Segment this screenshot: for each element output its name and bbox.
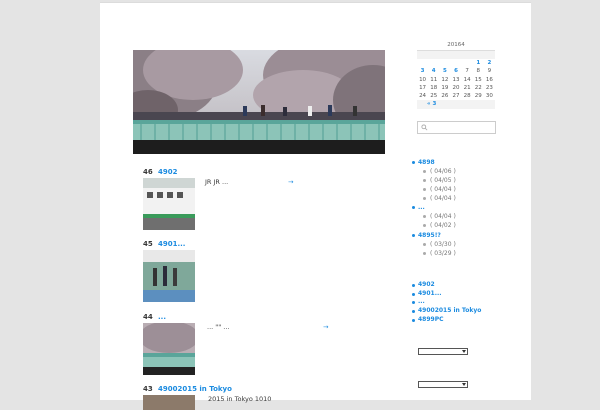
calendar-day: 28 — [463, 93, 471, 100]
category-link[interactable]: 4898 — [412, 158, 522, 167]
recent-post-link[interactable]: 4902 — [412, 281, 522, 290]
calendar-weekday-row — [417, 51, 495, 59]
category-dropdown[interactable] — [418, 381, 468, 388]
category-list: 4898( 04/06 )( 04/05 )( 04/04 )( 04/04 )… — [412, 158, 522, 258]
calendar-day: 21 — [463, 85, 471, 92]
top-divider — [100, 2, 531, 3]
calendar-day: 26 — [441, 93, 449, 100]
calendar-day: 9 — [487, 68, 492, 75]
calendar-day: 20 — [452, 85, 460, 92]
calendar-grid: 1 2 3 4 5 6 7 8 9 10 11 12 13 14 15 16 17 18 19 20 21 22 23 24 2… — [417, 51, 495, 100]
calendar-day: 24 — [419, 93, 427, 100]
post-thumbnail[interactable] — [143, 178, 195, 230]
calendar-day: 14 — [463, 76, 471, 83]
calendar-day: 27 — [452, 93, 460, 100]
recent-post-link[interactable]: 49002015 in Tokyo — [412, 307, 522, 316]
post-number: 45 — [143, 240, 153, 248]
calendar-day: 8 — [476, 68, 481, 75]
calendar-day: 19 — [441, 85, 449, 92]
recent-post-link[interactable]: 4901... — [412, 290, 522, 299]
archive-date-item[interactable]: ( 04/04 ) — [412, 212, 522, 221]
calendar-day: 23 — [485, 85, 493, 92]
post-number: 44 — [143, 313, 153, 321]
archive-date-item[interactable]: ( 04/06 ) — [412, 167, 522, 176]
archive-date-item[interactable]: ( 04/02 ) — [412, 221, 522, 230]
recent-posts-list: 4902 4901...... 49002015 in Tokyo 4899PC — [412, 281, 522, 325]
header-photo — [133, 50, 385, 154]
category-link[interactable]: ... — [412, 203, 522, 212]
calendar-day[interactable]: 1 — [473, 59, 484, 67]
post-title-link[interactable]: 4902 — [158, 168, 177, 176]
post-title-link[interactable]: ... — [158, 313, 166, 321]
calendar-day: 15 — [474, 76, 482, 83]
calendar-day: 13 — [452, 76, 460, 83]
calendar-day — [428, 59, 439, 67]
post-title-link[interactable]: 4901... — [158, 240, 185, 248]
calendar-day[interactable]: 4 — [428, 67, 439, 75]
calendar-week-row: 17 18 19 20 21 22 23 — [417, 84, 495, 92]
search-input[interactable] — [417, 121, 496, 134]
calendar-caption: 20164 — [417, 40, 495, 51]
search-icon — [421, 124, 428, 131]
calendar-week-row: 24 25 26 27 28 29 30 — [417, 92, 495, 100]
chevron-down-icon — [462, 383, 466, 386]
post-thumbnail[interactable] — [143, 323, 195, 375]
chevron-down-icon — [462, 350, 466, 353]
calendar-day[interactable]: 3 — [417, 67, 428, 75]
calendar-day[interactable]: 5 — [439, 67, 450, 75]
calendar-day — [439, 59, 450, 67]
recent-post-link[interactable]: 4899PC — [412, 316, 522, 325]
post-number: 43 — [143, 385, 153, 393]
post-thumbnail[interactable] — [143, 395, 195, 410]
calendar-prev-link[interactable]: « 3 — [417, 100, 495, 110]
calendar-day: 25 — [430, 93, 438, 100]
calendar-day: 17 — [419, 85, 427, 92]
recent-post-link[interactable]: ... — [412, 298, 522, 307]
calendar-week-row: 12 — [417, 59, 495, 67]
post-excerpt: ... "" ... — [207, 323, 230, 331]
calendar-day: 29 — [474, 93, 482, 100]
archive-date-item[interactable]: ( 04/04 ) — [412, 194, 522, 203]
archive-date-item[interactable]: ( 03/30 ) — [412, 240, 522, 249]
calendar-day: 11 — [430, 76, 438, 83]
post-excerpt: JR JR ... — [205, 178, 229, 186]
read-more-link[interactable]: → — [288, 178, 293, 186]
calendar-day — [462, 59, 473, 67]
calendar-widget: 20164 1 2 3 4 5 6 7 8 9 10 11 12 13 14 15 16 17 18 19 20 21 2… — [417, 40, 495, 110]
post-title-link[interactable]: 49002015 in Tokyo — [158, 385, 232, 393]
page-container: 46 4902 JR JR ... → 45 4901... 44 ... ..… — [100, 2, 531, 410]
post-excerpt: 2015 in Tokyo 1010 — [208, 395, 272, 403]
archive-date-item[interactable]: ( 04/04 ) — [412, 185, 522, 194]
calendar-day: 16 — [485, 76, 493, 83]
calendar-day: 10 — [419, 76, 427, 83]
calendar-day[interactable]: 2 — [484, 59, 495, 67]
calendar-day — [417, 59, 428, 67]
calendar-week-row: 10 11 12 13 14 15 16 — [417, 76, 495, 84]
calendar-day: 12 — [441, 76, 449, 83]
calendar-day: 30 — [485, 93, 493, 100]
post-number: 46 — [143, 168, 153, 176]
calendar-day: 18 — [430, 85, 438, 92]
calendar-day — [450, 59, 461, 67]
calendar-day: 22 — [474, 85, 482, 92]
calendar-day[interactable]: 6 — [450, 67, 461, 75]
calendar-day: 7 — [465, 68, 469, 75]
calendar-week-row: 3456789 — [417, 67, 495, 75]
archive-date-item[interactable]: ( 04/05 ) — [412, 176, 522, 185]
category-link[interactable]: 4895!? — [412, 231, 522, 240]
archive-dropdown[interactable] — [418, 348, 468, 355]
read-more-link[interactable]: → — [323, 323, 328, 331]
archive-date-item[interactable]: ( 03/29 ) — [412, 249, 522, 258]
post-thumbnail[interactable] — [143, 250, 195, 302]
